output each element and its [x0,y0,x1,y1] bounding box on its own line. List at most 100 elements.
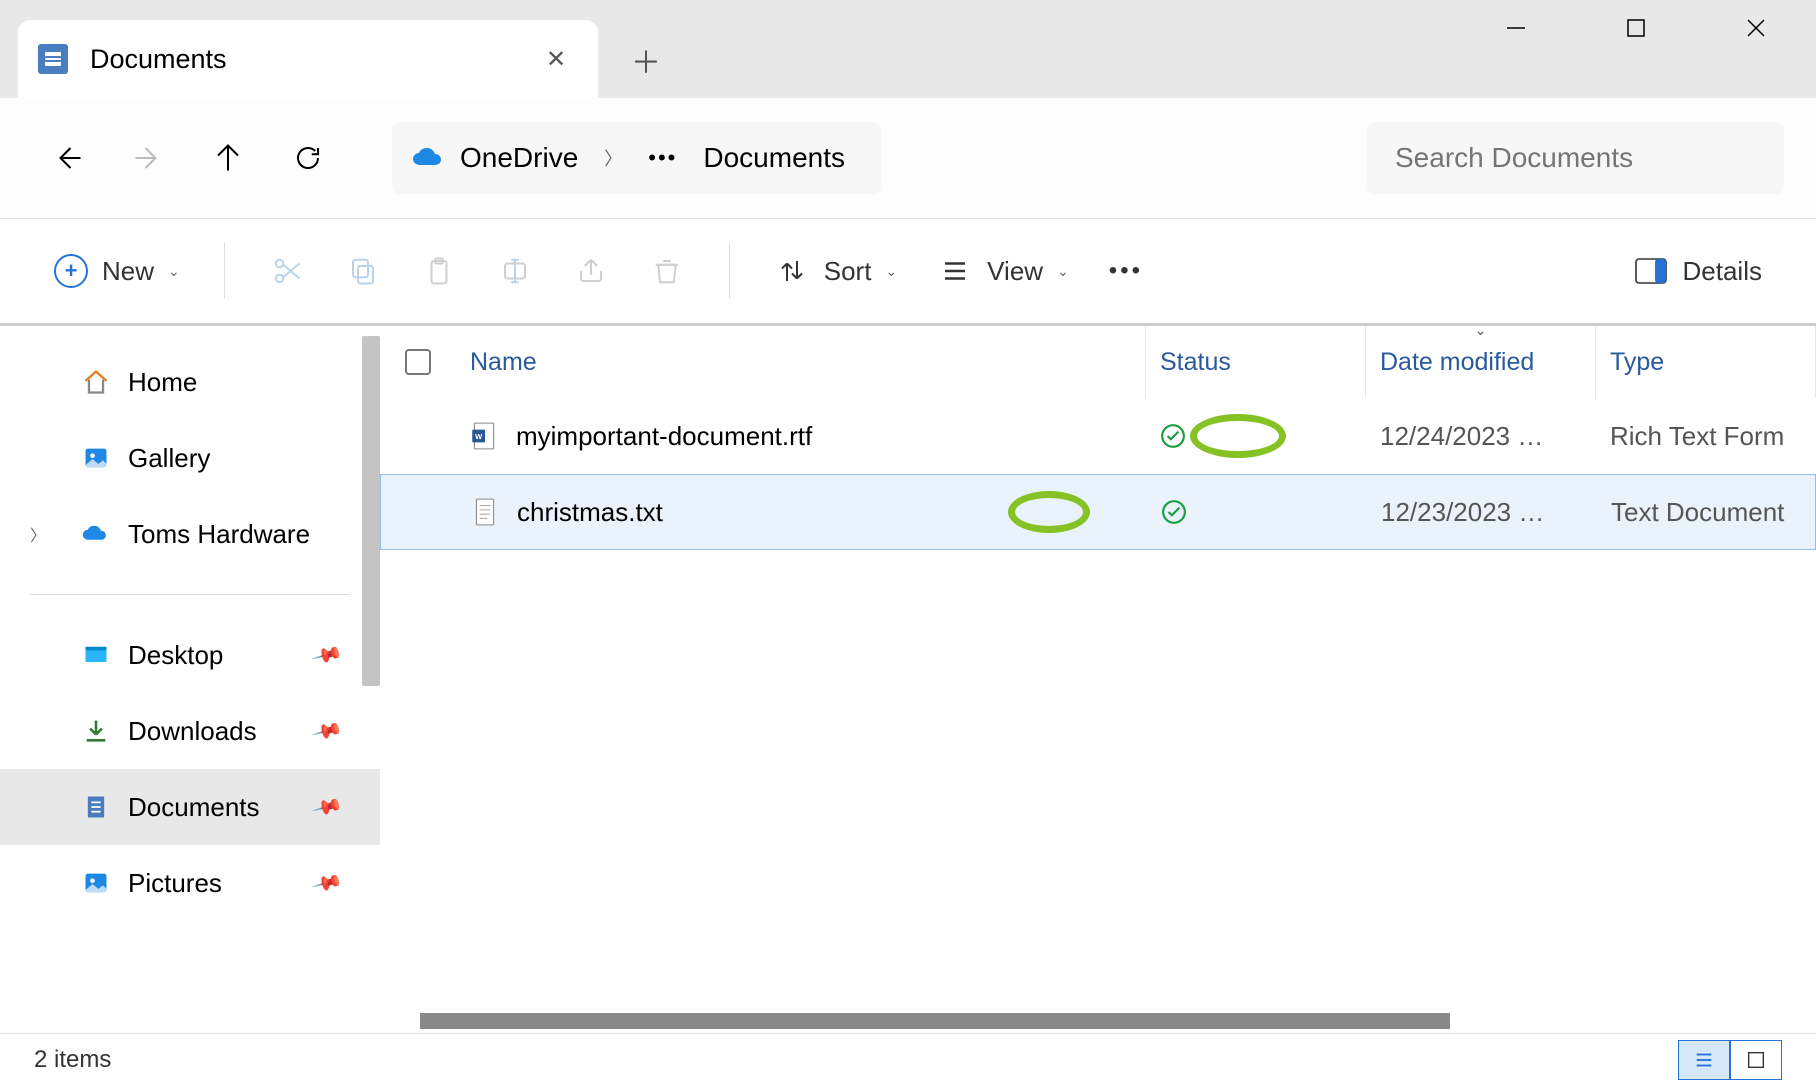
file-type-cell: Text Document [1597,475,1815,549]
forward-button[interactable] [112,122,184,194]
breadcrumb-onedrive[interactable]: OneDrive [412,142,578,174]
synced-status-icon [1161,499,1187,525]
sidebar-item-toms-hardware[interactable]: 〉 Toms Hardware [0,496,380,572]
column-header-type[interactable]: Type [1596,326,1816,398]
search-input[interactable] [1395,142,1756,174]
sidebar-divider [30,594,350,595]
up-button[interactable] [192,122,264,194]
new-label: New [102,256,154,287]
documents-icon [82,793,110,821]
breadcrumb-more[interactable]: ••• [648,145,677,171]
rename-button[interactable] [483,239,547,303]
window-controls [1456,0,1816,56]
sidebar-item-desktop[interactable]: Desktop 📌 [0,617,380,693]
maximize-button[interactable] [1576,0,1696,56]
sidebar-label: Toms Hardware [128,519,310,550]
onedrive-icon [82,520,110,548]
horizontal-scrollbar[interactable] [420,1013,1450,1029]
sidebar-label: Pictures [128,868,222,899]
column-header-date[interactable]: ⌄ Date modified [1366,326,1596,398]
more-icon: ••• [1109,257,1143,285]
sidebar-item-pictures[interactable]: Pictures 📌 [0,845,380,921]
onedrive-icon [412,147,446,169]
new-tab-button[interactable]: ＋ [608,22,684,98]
sidebar-label: Desktop [128,640,223,671]
sort-button[interactable]: Sort ⌄ [760,239,911,303]
paste-button[interactable] [407,239,471,303]
status-bar: 2 items [0,1033,1816,1085]
back-button[interactable] [32,122,104,194]
sidebar-item-home[interactable]: Home [0,344,380,420]
breadcrumb-current[interactable]: Documents [703,142,845,174]
window-tab[interactable]: Documents ✕ [18,20,598,98]
chevron-right-icon[interactable]: 〉 [604,145,622,171]
column-header-status[interactable]: Status [1146,326,1366,398]
column-headers: Name Status ⌄ Date modified Type [380,326,1816,398]
share-icon [573,253,609,289]
new-button[interactable]: + New ⌄ [40,239,194,303]
gallery-icon [82,444,110,472]
copy-button[interactable] [331,239,395,303]
view-label: View [987,256,1043,287]
select-all-checkbox[interactable] [380,349,456,375]
details-button[interactable]: Details [1619,239,1776,303]
share-button[interactable] [559,239,623,303]
pictures-icon [82,869,110,897]
titlebar: Documents ✕ ＋ [0,0,1816,98]
thumbnails-view-toggle[interactable] [1730,1040,1782,1080]
trash-icon [649,253,685,289]
view-mode-toggle [1678,1040,1782,1080]
breadcrumb: OneDrive 〉 ••• Documents [392,122,881,194]
sidebar-item-downloads[interactable]: Downloads 📌 [0,693,380,769]
file-type-icon [471,497,499,527]
file-type-cell: Rich Text Form [1596,398,1816,474]
pin-icon: 📌 [311,790,345,824]
sidebar-item-documents[interactable]: Documents 📌 [0,769,380,845]
details-view-toggle[interactable] [1678,1040,1730,1080]
file-row[interactable]: christmas.txt 12/23/2023 …Text Document [380,474,1816,550]
breadcrumb-root-label: OneDrive [460,142,578,174]
sidebar-label: Downloads [128,716,257,747]
more-button[interactable]: ••• [1095,239,1157,303]
file-status-cell [1147,475,1367,549]
minimize-button[interactable] [1456,0,1576,56]
search-box[interactable] [1367,122,1784,194]
details-pane-icon [1633,253,1669,289]
view-button[interactable]: View ⌄ [923,239,1083,303]
navigation-pane: Home Gallery 〉 Toms Hardware Desktop 📌 D… [0,326,380,1033]
item-count: 2 items [34,1046,111,1074]
svg-text:W: W [475,432,483,441]
sidebar-label: Documents [128,792,260,823]
delete-button[interactable] [635,239,699,303]
file-list: Name Status ⌄ Date modified Type Wmyimpo… [380,326,1816,1033]
sidebar-label: Home [128,367,197,398]
chevron-down-icon: ⌄ [885,263,897,280]
file-status-cell [1146,398,1366,474]
file-row[interactable]: Wmyimportant-document.rtf12/24/2023 …Ric… [380,398,1816,474]
documents-folder-icon [38,44,68,74]
chevron-right-icon[interactable]: 〉 [30,522,46,546]
column-header-name[interactable]: Name [456,326,1146,398]
close-tab-button[interactable]: ✕ [538,41,574,77]
toolbar-separator [224,243,225,299]
downloads-icon [82,717,110,745]
sort-indicator-icon: ⌄ [1475,326,1487,339]
home-icon [82,368,110,396]
pin-icon: 📌 [311,714,345,748]
cut-button[interactable] [255,239,319,303]
copy-icon [345,253,381,289]
clipboard-icon [421,253,457,289]
synced-status-icon [1160,423,1186,449]
refresh-button[interactable] [272,122,344,194]
main-area: Home Gallery 〉 Toms Hardware Desktop 📌 D… [0,326,1816,1033]
close-window-button[interactable] [1696,0,1816,56]
toolbar-separator [729,243,730,299]
file-date-cell: 12/24/2023 … [1366,398,1596,474]
sidebar-label: Gallery [128,443,210,474]
toolbar: + New ⌄ Sort ⌄ View ⌄ ••• Details [0,218,1816,326]
file-date-cell: 12/23/2023 … [1367,475,1597,549]
sidebar-item-gallery[interactable]: Gallery [0,420,380,496]
sort-label: Sort [824,256,872,287]
tab-title: Documents [90,44,227,75]
file-name: christmas.txt [517,497,663,528]
